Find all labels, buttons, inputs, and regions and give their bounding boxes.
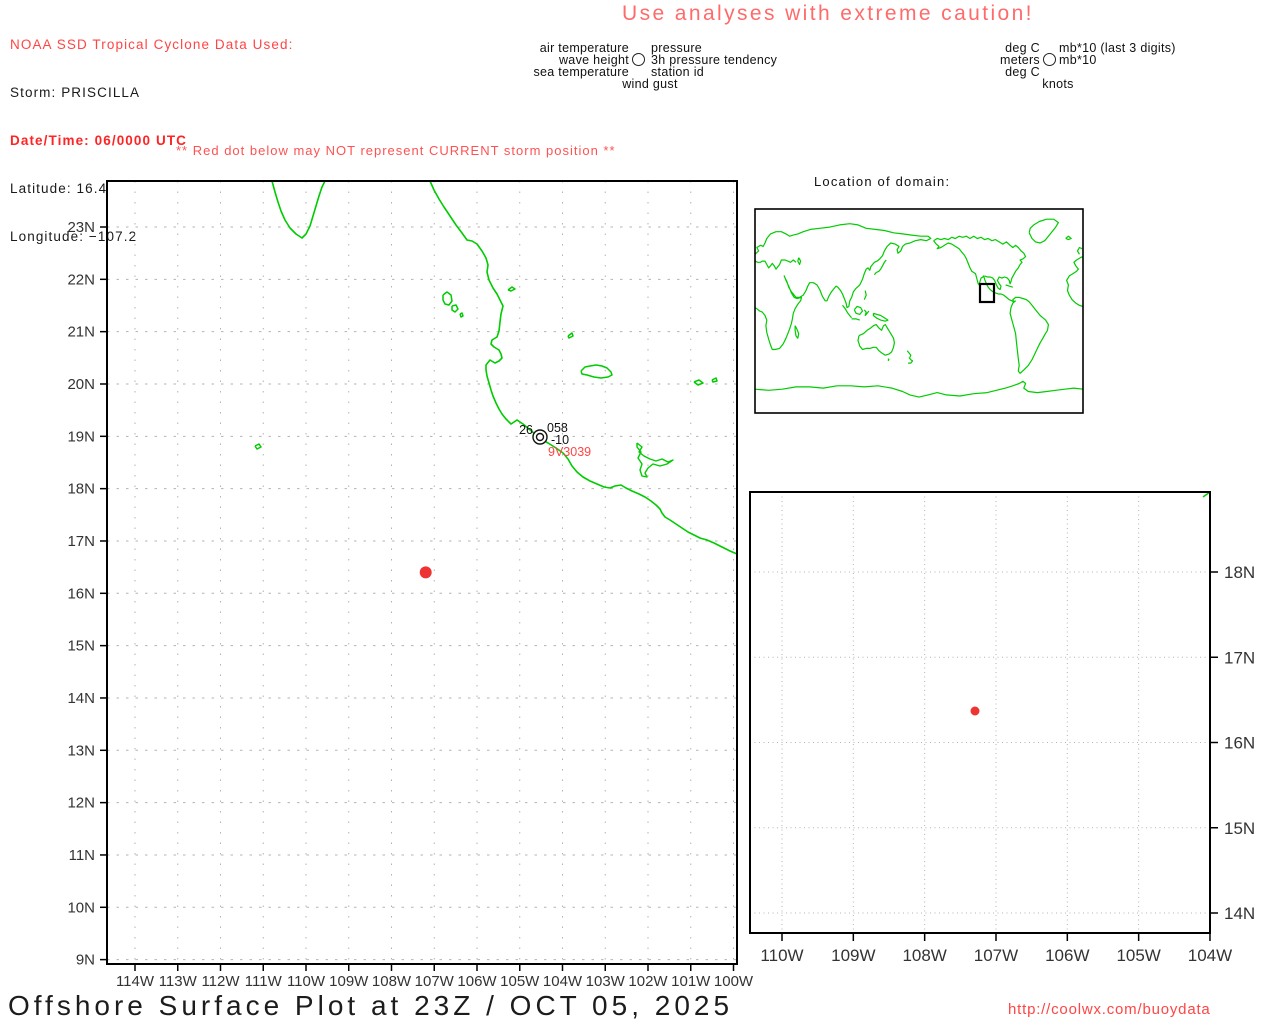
lat-tick-label: 21N	[67, 324, 95, 341]
lat-tick-label: 22N	[67, 271, 95, 288]
world-coastline	[857, 324, 896, 356]
world-coastline	[851, 318, 860, 321]
lon-tick-label: 108W	[372, 973, 412, 990]
lat-tick-label: 23N	[67, 219, 95, 236]
lon-tick-label: 103W	[586, 973, 626, 990]
station-id: 9V3039	[548, 445, 591, 459]
storm-position-dot-zoom	[970, 706, 980, 716]
lon-tick-label: 100W	[714, 973, 754, 990]
lat-tick-label: 15N	[1224, 819, 1255, 838]
world-coastline	[797, 257, 802, 266]
lon-tick-label: 109W	[831, 946, 875, 965]
lon-tick-label: 112W	[201, 973, 240, 990]
lat-tick-label: 9N	[76, 952, 95, 969]
world-coastline	[1065, 235, 1072, 241]
world-coastline	[872, 312, 889, 322]
world-coastline	[1065, 256, 1084, 308]
world-coastline	[873, 259, 887, 276]
lon-tick-label: 113W	[159, 973, 198, 990]
lon-tick-label: 110W	[760, 946, 803, 965]
lon-tick-label: 101W	[671, 973, 711, 990]
lat-tick-label: 17N	[67, 533, 95, 550]
coastline	[271, 180, 326, 239]
world-coastline	[794, 325, 800, 339]
station-air-temp: 26	[519, 423, 533, 437]
lat-tick-label: 13N	[67, 742, 95, 759]
lat-tick-label: 19N	[67, 428, 95, 445]
plot-graphics: 114W 113W 112W 111W 110W 109W 108W 107W 106W 105W…	[67, 180, 1255, 990]
lon-tick-label: 110W	[287, 973, 326, 990]
world-coastline	[906, 350, 912, 358]
lon-tick-label: 105W	[1116, 946, 1160, 965]
lon-tick-label: 107W	[974, 946, 1018, 965]
lon-tick-label: 114W	[116, 973, 155, 990]
world-coastline	[754, 380, 1084, 398]
world-coastline	[908, 357, 914, 364]
lat-tick-label: 14N	[1224, 904, 1255, 923]
lat-tick-label: 20N	[67, 376, 95, 393]
lat-tick-label: 16N	[67, 585, 95, 602]
lat-tick-label: 12N	[67, 795, 95, 812]
world-coastline	[863, 309, 870, 317]
lat-tick-label: 18N	[67, 481, 95, 498]
zoom-map-border	[749, 491, 1211, 934]
world-coastline	[887, 358, 890, 362]
lon-tick-label: 107W	[415, 973, 455, 990]
lon-tick-label: 111W	[245, 973, 283, 990]
lat-tick-label: 15N	[67, 638, 95, 655]
world-coastline	[1076, 246, 1083, 255]
world-coastline	[853, 305, 864, 315]
lat-tick-label: 11N	[69, 847, 95, 864]
lon-tick-label: 108W	[902, 946, 946, 965]
storm-position-dot	[419, 566, 432, 579]
lon-tick-label: 106W	[457, 973, 497, 990]
lat-tick-label: 10N	[67, 899, 95, 916]
world-coastline	[863, 290, 867, 300]
lon-tick-label: 104W	[1188, 946, 1232, 965]
lat-tick-label: 14N	[67, 690, 95, 707]
domain-box	[978, 282, 996, 304]
island-outline	[507, 286, 516, 292]
lon-tick-label: 102W	[628, 973, 668, 990]
lon-tick-label: 104W	[543, 973, 583, 990]
world-coastline	[933, 240, 1016, 303]
lat-tick-label: 16N	[1224, 734, 1255, 753]
lon-tick-label: 106W	[1045, 946, 1089, 965]
island-outline	[254, 443, 262, 450]
inland-water-outline	[636, 442, 674, 478]
world-coastline	[754, 223, 932, 351]
lon-tick-label: 105W	[500, 973, 540, 990]
island-outline	[567, 332, 574, 339]
world-coastline	[754, 259, 797, 270]
lon-tick-label: 109W	[329, 973, 369, 990]
lat-tick-label: 17N	[1224, 648, 1255, 667]
world-coastline	[1028, 218, 1060, 244]
world-coastline	[1009, 296, 1050, 374]
island-outline	[711, 377, 718, 383]
island-outline	[580, 364, 613, 379]
island-outline	[442, 291, 453, 306]
island-outline	[451, 304, 459, 313]
island-outline	[693, 379, 704, 386]
station-circle-inner	[535, 432, 545, 442]
lat-tick-label: 18N	[1224, 563, 1255, 582]
buoy-plot-page: NOAA SSD Tropical Cyclone Data Used: Sto…	[0, 0, 1280, 1024]
world-coastline	[1005, 284, 1013, 288]
island-outline	[459, 312, 464, 318]
